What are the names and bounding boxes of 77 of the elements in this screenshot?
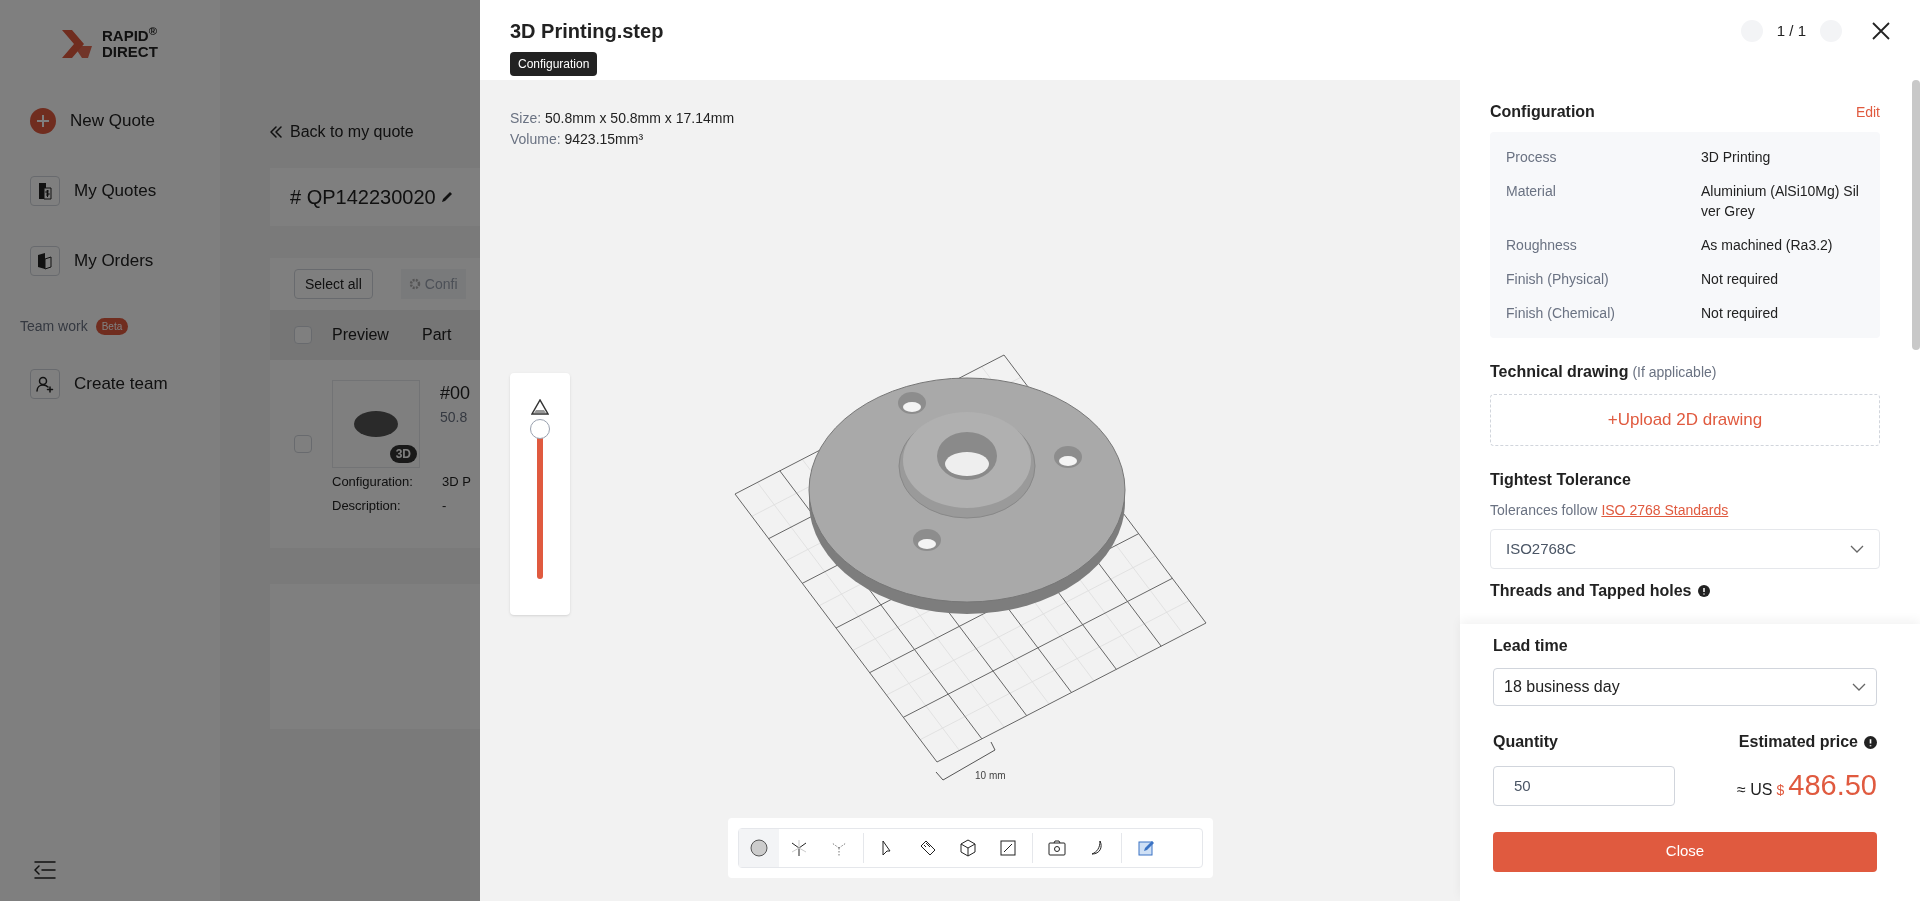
tolerance-note: Tolerances follow [1490,501,1598,520]
field-label: Description: [332,496,402,515]
box-icon [30,246,60,276]
field-label: Configuration: [332,473,414,491]
column-header: Part [422,325,452,345]
gear-icon [408,278,421,290]
3d-badge: 3D [389,445,417,463]
price-prefix: ≈ US [1737,780,1773,800]
disk-thumbnail-icon [353,409,399,439]
triangle-icon [531,399,549,415]
chevron-down-icon [1850,545,1864,553]
volume-value: 9423.15mm³ [564,131,644,147]
section-title: Tightest Tolerance [1490,470,1632,490]
quantity-input[interactable]: 50 [1493,765,1675,806]
modal-title: 3D Printing.step [510,19,664,44]
scrollbar-thumb[interactable] [1912,80,1920,350]
volume-label: Volume: [510,131,561,147]
price-currency: $ [1776,781,1785,800]
select-all-button[interactable]: Select all [294,269,373,299]
config-label: Process [1506,148,1558,167]
lead-time-select[interactable]: 18 business day [1493,668,1877,706]
field-title: Lead time [1493,636,1569,656]
chevron-down-icon [1852,683,1866,691]
scale-label: 10 mm [975,769,1006,783]
section-title: Threads and Tapped holes [1490,581,1692,601]
config-value: Not required [1701,304,1780,323]
edit-link[interactable]: Edit [1855,101,1880,123]
config-label: Material [1506,182,1557,201]
iso-standards-link[interactable]: ISO 2768 Standards [1601,500,1729,521]
price-amount: 486.50 [1788,768,1877,803]
config-label: Roughness [1506,236,1578,255]
sidebar-item[interactable]: My Orders [30,246,220,276]
config-label: Finish (Physical) [1506,270,1610,289]
logo-text: DIRECT [102,44,158,60]
field-value: - [442,496,447,515]
tolerance-select[interactable]: ISO2768C [1490,529,1880,569]
column-header: Preview [332,325,390,345]
part-size: 50.8 [440,408,469,427]
slider-thumb[interactable] [530,419,550,439]
pencil-icon[interactable] [439,190,454,204]
beta-badge: Beta [95,318,129,335]
sidebar-item[interactable]: My Quotes [30,176,220,206]
double-chevron-left-icon [270,126,282,138]
pager-text: 1 / 1 [1776,21,1806,41]
info-icon [1864,735,1877,749]
size-value: 50.8mm x 50.8mm x 17.14mm [545,110,735,126]
config-value: 3D Printing [1701,148,1772,167]
add-user-icon [30,369,60,399]
back-link[interactable]: Back to my quote [270,120,414,144]
info-icon [1697,585,1710,597]
document-dollar-icon [30,176,60,206]
quote-number: # QP142230020 [290,185,436,210]
part-thumbnail[interactable]: 3D [332,380,420,468]
part-number: #00 [440,382,471,405]
section-note: (If applicable) [1632,363,1717,382]
config-value: Aluminium (AlSi10Mg) Silver Grey [1701,182,1860,221]
config-value: As machined (Ra3.2) [1701,236,1834,255]
section-title: Technical drawing [1490,362,1629,382]
config-value: Not required [1701,270,1780,289]
logo-chevron-icon [60,28,94,60]
close-icon[interactable] [1872,22,1890,41]
field-title: Quantity [1493,732,1558,752]
config-label: Finish (Chemical) [1506,304,1616,323]
section-title: Configuration [1490,102,1595,122]
sidebar-item[interactable]: Create team [30,369,220,399]
configuration-tag: Configuration [510,52,598,76]
close-button[interactable]: Close [1493,831,1877,872]
model-viewer[interactable]: Size: 50.8mm x 50.8mm x 17.14mm Volume: 9423.15mm³ 10 mm [480,80,1460,901]
section-label: Team work [20,317,88,336]
logo-text: RAPID$^{®}$ [102,28,158,44]
field-title: Estimated price [1738,732,1858,752]
upload-drawing-button[interactable]: +Upload 2D drawing [1490,394,1880,446]
size-label: Size: [510,110,542,126]
plus-circle-icon [30,108,56,134]
field-value: 3D P [442,473,471,491]
sidebar-item[interactable]: New Quote [30,106,220,136]
collapse-menu-icon[interactable] [34,860,56,880]
